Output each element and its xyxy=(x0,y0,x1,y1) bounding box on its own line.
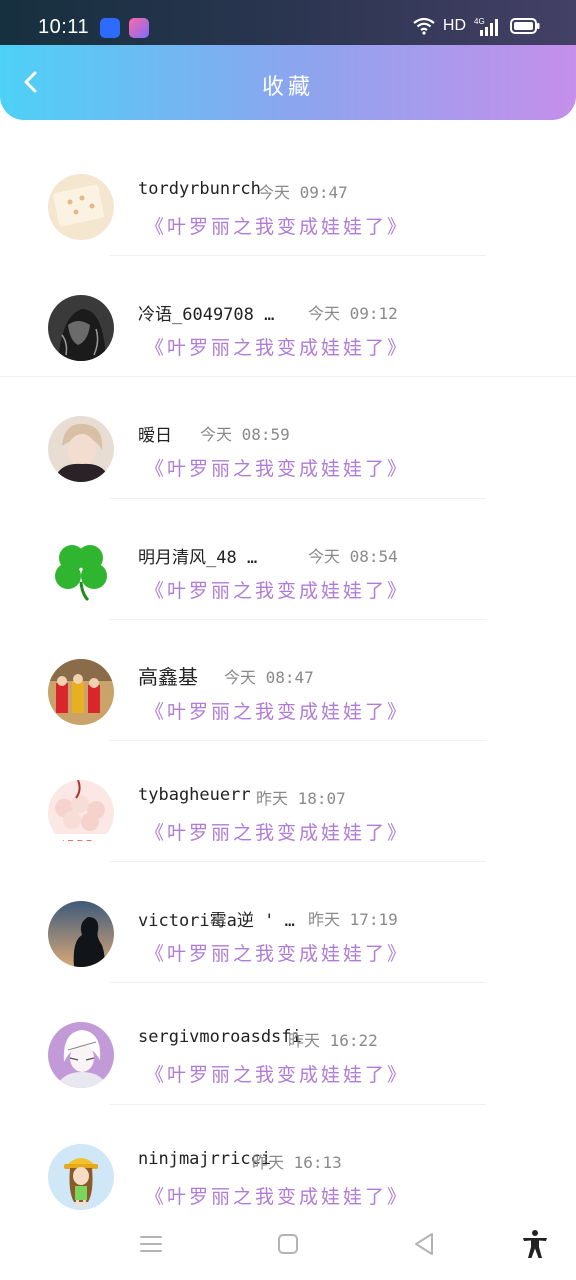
item-content[interactable]: 《叶罗丽之我变成娃娃了》 xyxy=(145,697,409,724)
item-name: tordyrbunrch xyxy=(138,179,261,199)
favorites-list: tordyrbunrch 今天 09:47 《叶罗丽之我变成娃娃了》 冷语_60… xyxy=(0,135,576,1226)
menu-button[interactable] xyxy=(135,1228,167,1260)
list-item[interactable]: victori霉a逆 ' … 昨天 17:19 《叶罗丽之我变成娃娃了》 xyxy=(0,862,576,984)
network-label: HD xyxy=(442,17,466,34)
item-content[interactable]: 《叶罗丽之我变成娃娃了》 xyxy=(145,818,409,845)
status-time: 10:11 xyxy=(38,16,90,38)
item-time: 今天 08:59 xyxy=(200,425,290,445)
item-content[interactable]: 《叶罗丽之我变成娃娃了》 xyxy=(145,1060,409,1087)
avatar[interactable]: ~ ~ ~ ~ xyxy=(48,779,114,846)
baidu-app-icon xyxy=(100,18,120,38)
signal-icon: 4G xyxy=(474,17,498,36)
list-item[interactable]: 暧日 今天 08:59 《叶罗丽之我变成娃娃了》 xyxy=(0,377,576,499)
item-time: 今天 09:12 xyxy=(308,304,398,324)
list-item[interactable]: tordyrbunrch 今天 09:47 《叶罗丽之我变成娃娃了》 xyxy=(0,135,576,257)
accessibility-button[interactable] xyxy=(519,1228,551,1260)
status-indicators: HD 4G xyxy=(413,16,540,36)
list-item[interactable]: sergivmoroasdsfi 昨天 16:22 《叶罗丽之我变成娃娃了》 xyxy=(0,983,576,1105)
item-time: 今天 08:47 xyxy=(224,667,314,687)
item-name: victori霉a逆 ' … xyxy=(138,911,295,932)
item-name: sergivmoroasdsfi xyxy=(138,1027,302,1048)
list-item[interactable]: ~ ~ ~ ~ tybagheuerr 昨天 18:07 《叶罗丽之我变成娃娃了… xyxy=(0,741,576,863)
item-content[interactable]: 《叶罗丽之我变成娃娃了》 xyxy=(145,333,409,360)
item-name: 暧日 xyxy=(138,426,172,447)
home-icon xyxy=(278,1234,298,1254)
avatar[interactable] xyxy=(48,174,114,240)
svg-text:~ ~ ~ ~: ~ ~ ~ ~ xyxy=(58,836,92,845)
avatar[interactable] xyxy=(48,416,114,483)
item-content[interactable]: 《叶罗丽之我变成娃娃了》 xyxy=(145,939,409,966)
item-name: 明月清风_48 … xyxy=(138,547,258,568)
item-name: tybagheuerr xyxy=(138,784,251,805)
list-item[interactable]: ninjmajrricci 昨天 16:13 《叶罗丽之我变成娃娃了》 xyxy=(0,1105,576,1226)
title-bar: 收藏 xyxy=(0,45,576,120)
list-item[interactable]: 冷语_6049708 … 今天 09:12 《叶罗丽之我变成娃娃了》 xyxy=(0,256,576,378)
svg-text:4G: 4G xyxy=(474,17,485,26)
back-icon xyxy=(415,1233,433,1255)
avatar[interactable] xyxy=(48,537,114,604)
avatar[interactable] xyxy=(48,1022,114,1089)
system-nav-bar xyxy=(0,1214,576,1280)
list-item[interactable]: 高鑫基 今天 08:47 《叶罗丽之我变成娃娃了》 xyxy=(0,620,576,741)
item-name: 高鑫基 xyxy=(138,664,198,689)
item-time: 今天 08:54 xyxy=(308,546,398,566)
item-content[interactable]: 《叶罗丽之我变成娃娃了》 xyxy=(145,576,409,603)
item-content[interactable]: 《叶罗丽之我变成娃娃了》 xyxy=(145,212,409,239)
avatar[interactable] xyxy=(48,658,114,725)
avatar[interactable] xyxy=(48,295,114,362)
item-content[interactable]: 《叶罗丽之我变成娃娃了》 xyxy=(145,1182,409,1209)
item-time: 昨天 18:07 xyxy=(256,788,346,808)
accessibility-icon xyxy=(523,1230,547,1258)
back-nav-button[interactable] xyxy=(408,1228,440,1260)
paint-app-icon xyxy=(129,18,149,38)
battery-icon xyxy=(510,18,540,34)
item-name: 冷语_6049708 … xyxy=(138,305,275,326)
item-time: 昨天 17:19 xyxy=(308,910,398,930)
page-title: 收藏 xyxy=(261,75,314,100)
item-time: 今天 09:47 xyxy=(258,183,348,202)
home-button[interactable] xyxy=(272,1228,304,1260)
avatar[interactable] xyxy=(48,901,114,968)
item-content[interactable]: 《叶罗丽之我变成娃娃了》 xyxy=(145,454,409,481)
avatar[interactable] xyxy=(48,1143,114,1210)
list-item[interactable]: 明月清风_48 … 今天 08:54 《叶罗丽之我变成娃娃了》 xyxy=(0,499,576,620)
item-time: 昨天 16:13 xyxy=(252,1152,342,1172)
item-time: 昨天 16:22 xyxy=(288,1031,378,1051)
wifi-icon xyxy=(413,17,435,35)
menu-icon xyxy=(140,1236,162,1252)
